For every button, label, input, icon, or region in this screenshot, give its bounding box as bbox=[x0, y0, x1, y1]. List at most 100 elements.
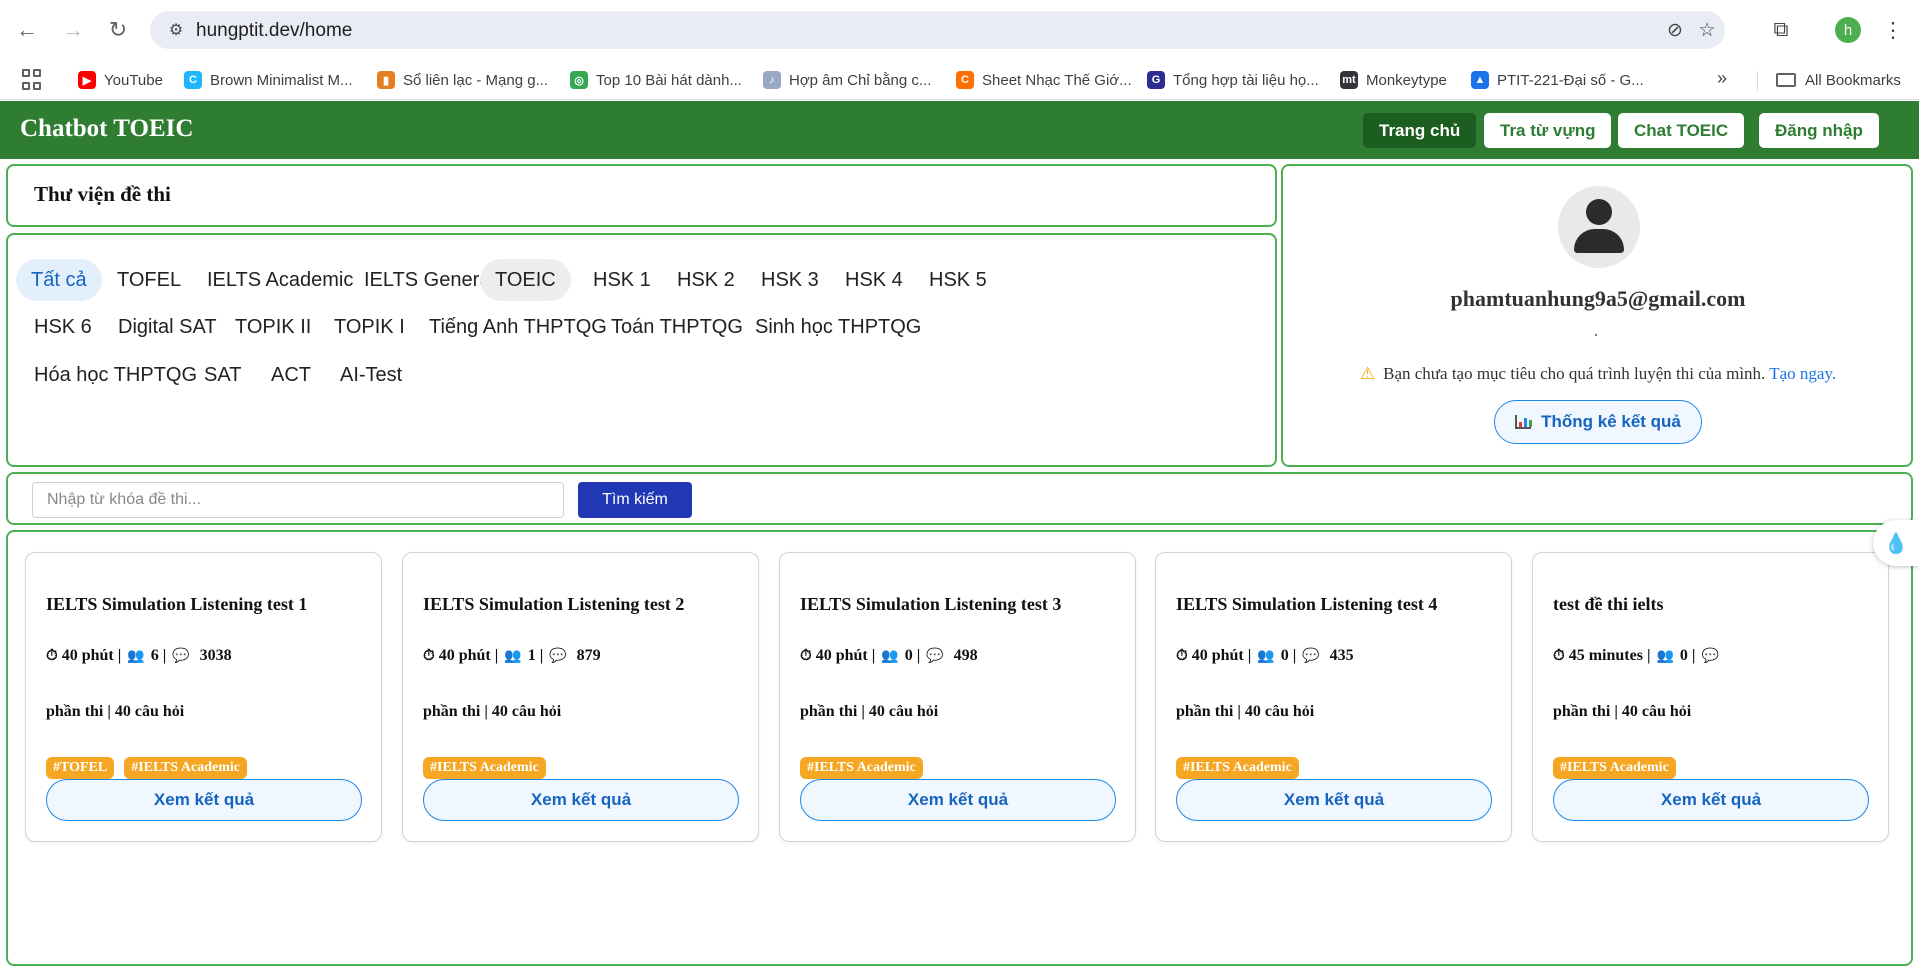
test-duration: 45 minutes bbox=[1568, 647, 1643, 664]
bookmark-label: Hợp âm Chỉ bằng c... bbox=[789, 71, 932, 89]
category-to-n-thptqg[interactable]: Toán THPTQG bbox=[596, 306, 758, 348]
floating-assistant-icon[interactable]: 💧 bbox=[1873, 520, 1919, 566]
app-header: Chatbot TOEIC Trang chủ Tra từ vựng Chat… bbox=[0, 101, 1919, 159]
guitar-icon: ♪ bbox=[763, 71, 781, 89]
category-t-t-c-[interactable]: Tất cả bbox=[16, 259, 102, 301]
nav-home-button[interactable]: Trang chủ bbox=[1363, 113, 1477, 148]
nav-login-button[interactable]: Đăng nhập bbox=[1759, 113, 1879, 148]
test-tags: #IELTS Academic bbox=[1553, 757, 1676, 779]
test-tag[interactable]: #TOFEL bbox=[46, 757, 115, 779]
category-digital-sat[interactable]: Digital SAT bbox=[103, 306, 232, 348]
test-card[interactable]: IELTS Simulation Listening test 3 ⏱ 40 phú… bbox=[779, 552, 1136, 842]
apps-grid-icon[interactable] bbox=[22, 69, 44, 91]
view-result-button[interactable]: Xem kết quả bbox=[46, 779, 362, 821]
brand-title[interactable]: Chatbot TOEIC bbox=[20, 115, 193, 143]
site-info-icon[interactable]: ⚙ bbox=[166, 20, 186, 40]
bookmark-item[interactable]: ◎ Top 10 Bài hát dành... bbox=[570, 68, 742, 92]
timer-icon: ⏱ bbox=[46, 648, 58, 664]
bookmark-item[interactable]: ♪ Hợp âm Chỉ bằng c... bbox=[763, 68, 931, 92]
category-hsk-2[interactable]: HSK 2 bbox=[662, 259, 750, 301]
bookmark-item[interactable]: G Tổng hợp tài liệu họ... bbox=[1147, 68, 1319, 92]
timer-icon: ⏱ bbox=[1176, 648, 1188, 664]
stats-button[interactable]: Thống kê kết quả bbox=[1494, 400, 1702, 444]
bookmarks-overflow-icon[interactable]: » bbox=[1717, 68, 1727, 89]
test-title[interactable]: IELTS Simulation Listening test 3 bbox=[800, 594, 1061, 615]
user-avatar bbox=[1558, 186, 1640, 268]
test-title[interactable]: IELTS Simulation Listening test 1 bbox=[46, 594, 307, 615]
bookmark-item[interactable]: ▶ YouTube bbox=[78, 68, 163, 92]
extensions-puzzle-icon[interactable]: ⧉ bbox=[1764, 13, 1798, 47]
nav-chat-button[interactable]: Chat TOEIC bbox=[1618, 113, 1745, 148]
test-card[interactable]: IELTS Simulation Listening test 2 ⏱ 40 phú… bbox=[402, 552, 759, 842]
category-ai-test[interactable]: AI-Test bbox=[325, 354, 417, 396]
category-topik-i[interactable]: TOPIK I bbox=[319, 306, 420, 348]
view-result-button[interactable]: Xem kết quả bbox=[800, 779, 1116, 821]
bookmark-item[interactable]: ▮ Sổ liên lạc - Mạng g... bbox=[377, 68, 548, 92]
forward-arrow-icon[interactable]: → bbox=[56, 13, 90, 47]
comment-icon: 💬 bbox=[172, 648, 190, 664]
back-arrow-icon[interactable]: ← bbox=[10, 13, 44, 47]
create-goal-link[interactable]: Tạo ngay. bbox=[1769, 364, 1836, 383]
test-card[interactable]: test đề thi ielts ⏱ 45 minutes | 👥 0 | 💬 phần … bbox=[1532, 552, 1889, 842]
meta-separator: | bbox=[490, 647, 499, 664]
monkeytype-icon: mt bbox=[1340, 71, 1358, 89]
timer-icon: ⏱ bbox=[800, 648, 812, 664]
test-card[interactable]: IELTS Simulation Listening test 1 ⏱ 40 phú… bbox=[25, 552, 382, 842]
meta-separator: | bbox=[1243, 647, 1252, 664]
url-text[interactable]: hungptit.dev/home bbox=[196, 20, 352, 42]
category-hsk-4[interactable]: HSK 4 bbox=[830, 259, 918, 301]
search-input[interactable]: Nhập từ khóa đề thi... bbox=[32, 482, 564, 518]
search-panel: Nhập từ khóa đề thi... Tìm kiếm bbox=[6, 472, 1913, 525]
test-tags: #IELTS Academic bbox=[423, 757, 546, 779]
category-toeic[interactable]: TOEIC bbox=[480, 259, 571, 301]
test-tag[interactable]: #IELTS Academic bbox=[423, 757, 546, 779]
all-bookmarks[interactable]: All Bookmarks bbox=[1776, 68, 1901, 92]
bookmark-star-icon[interactable]: ☆ bbox=[1696, 19, 1718, 41]
goal-message-line: ⚠ Bạn chưa tạo mục tiêu cho quá trình luy… bbox=[1283, 364, 1913, 384]
test-tags: #IELTS Academic bbox=[1176, 757, 1299, 779]
category-tofel[interactable]: TOFEL bbox=[102, 259, 196, 301]
bookmark-item[interactable]: mt Monkeytype bbox=[1340, 68, 1447, 92]
category-ti-ng-anh-thptqg[interactable]: Tiếng Anh THPTQG bbox=[414, 306, 622, 348]
test-tag[interactable]: #IELTS Academic bbox=[1176, 757, 1299, 779]
category-hsk-3[interactable]: HSK 3 bbox=[746, 259, 834, 301]
address-bar[interactable]: ⚙ hungptit.dev/home ⊘ ☆ bbox=[150, 11, 1725, 49]
test-tag[interactable]: #IELTS Academic bbox=[124, 757, 247, 779]
test-comments: 879 bbox=[576, 647, 601, 664]
sheet-music-icon: C bbox=[956, 71, 974, 89]
view-result-button[interactable]: Xem kết quả bbox=[423, 779, 739, 821]
view-result-button[interactable]: Xem kết quả bbox=[1176, 779, 1492, 821]
test-card[interactable]: IELTS Simulation Listening test 4 ⏱ 40 phú… bbox=[1155, 552, 1512, 842]
test-title[interactable]: IELTS Simulation Listening test 2 bbox=[423, 594, 684, 615]
category-hsk-1[interactable]: HSK 1 bbox=[578, 259, 666, 301]
user-email: phamtuanhung9a5@gmail.com bbox=[1450, 286, 1746, 311]
eye-off-icon[interactable]: ⊘ bbox=[1664, 19, 1686, 41]
test-title[interactable]: IELTS Simulation Listening test 4 bbox=[1176, 594, 1437, 615]
test-tag[interactable]: #IELTS Academic bbox=[800, 757, 923, 779]
category-sinh-h-c-thptqg[interactable]: Sinh học THPTQG bbox=[740, 306, 936, 348]
category-h-a-h-c-thptqg[interactable]: Hóa học THPTQG bbox=[19, 354, 212, 396]
bar-chart-icon bbox=[1515, 415, 1533, 429]
bookmark-item[interactable]: C Brown Minimalist M... bbox=[184, 68, 353, 92]
user-body-shape bbox=[1574, 229, 1624, 253]
comment-icon: 💬 bbox=[1302, 648, 1320, 664]
bookmark-item[interactable]: C Sheet Nhạc Thế Giớ... bbox=[956, 68, 1132, 92]
bookmark-item[interactable]: ▲ PTIT-221-Đại số - G... bbox=[1471, 68, 1644, 92]
category-act[interactable]: ACT bbox=[256, 354, 326, 396]
test-participants: 0 bbox=[904, 647, 913, 664]
category-topik-ii[interactable]: TOPIK II bbox=[220, 306, 326, 348]
profile-avatar[interactable]: h bbox=[1835, 17, 1861, 43]
nav-vocabulary-button[interactable]: Tra từ vựng bbox=[1484, 113, 1612, 148]
meta-separator: | bbox=[1288, 647, 1297, 664]
test-tag[interactable]: #IELTS Academic bbox=[1553, 757, 1676, 779]
reload-icon[interactable]: ↻ bbox=[101, 13, 135, 47]
category-sat[interactable]: SAT bbox=[189, 354, 256, 396]
view-result-button[interactable]: Xem kết quả bbox=[1553, 779, 1869, 821]
meta-separator: | bbox=[113, 647, 122, 664]
search-button[interactable]: Tìm kiếm bbox=[578, 482, 692, 518]
category-ielts-academic[interactable]: IELTS Academic bbox=[192, 259, 368, 301]
test-title[interactable]: test đề thi ielts bbox=[1553, 594, 1663, 615]
category-hsk-5[interactable]: HSK 5 bbox=[914, 259, 1002, 301]
category-hsk-6[interactable]: HSK 6 bbox=[19, 306, 107, 348]
more-vertical-icon[interactable]: ⋮ bbox=[1876, 13, 1910, 47]
